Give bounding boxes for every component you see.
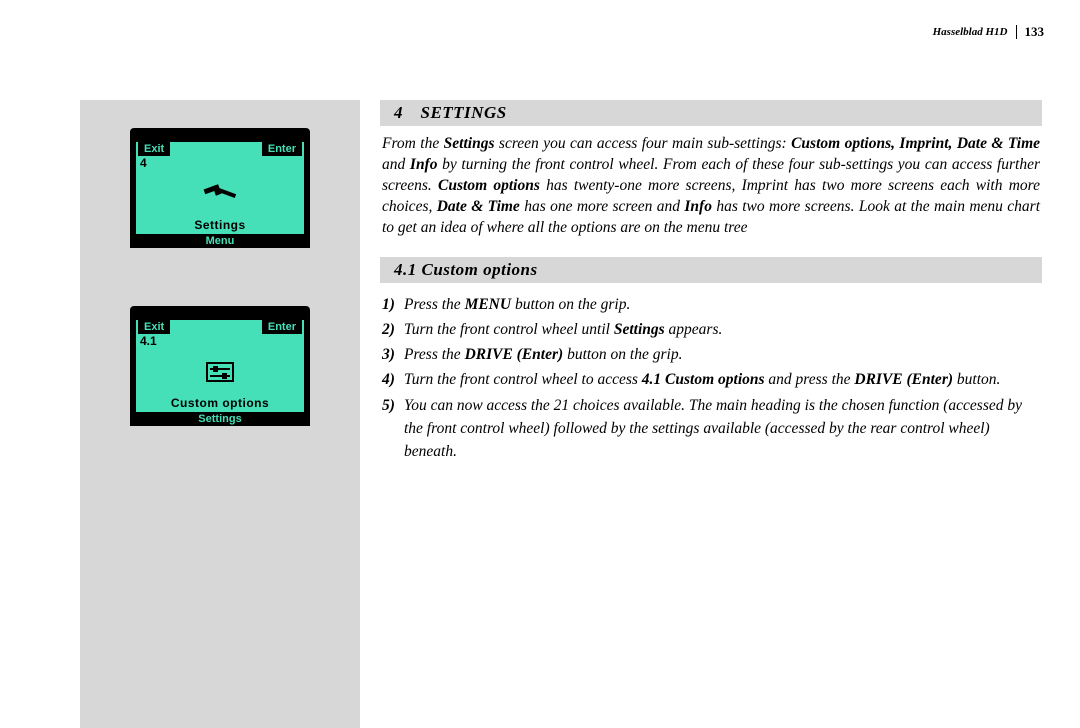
- section-heading-settings: 4 SETTINGS: [380, 100, 1042, 126]
- lcd-screen-label: Custom options: [136, 396, 304, 412]
- page-number: 133: [1025, 24, 1045, 40]
- settings-paragraph: From the Settings screen you can access …: [382, 134, 1040, 239]
- list-number: 2): [382, 318, 404, 341]
- instruction-list: 1) Press the MENU button on the grip. 2)…: [382, 293, 1040, 464]
- list-number: 4): [382, 368, 404, 391]
- list-item: 3) Press the DRIVE (Enter) button on the…: [382, 343, 1040, 366]
- list-number: 3): [382, 343, 404, 366]
- lcd-screen-label: Settings: [136, 218, 304, 234]
- list-item: 1) Press the MENU button on the grip.: [382, 293, 1040, 316]
- left-column: Exit Enter 4 Settings Menu: [80, 100, 360, 728]
- lcd-menu-number: 4: [136, 156, 304, 170]
- list-number: 1): [382, 293, 404, 316]
- list-item: 2) Turn the front control wheel until Se…: [382, 318, 1040, 341]
- section-heading-custom-options: 4.1 Custom options: [380, 257, 1042, 283]
- list-item: 5) You can now access the 21 choices ava…: [382, 394, 1040, 464]
- lcd-footer-label: Menu: [130, 234, 310, 248]
- lcd-enter-button: Enter: [262, 142, 302, 156]
- sliders-icon: [136, 348, 304, 396]
- list-item: 4) Turn the front control wheel to acces…: [382, 368, 1040, 391]
- hammer-icon: [136, 170, 304, 218]
- lcd-screen-settings: Exit Enter 4 Settings Menu: [130, 128, 310, 248]
- right-column: 4 SETTINGS From the Settings screen you …: [380, 100, 1042, 465]
- lcd-screen-custom-options: Exit Enter 4.1 Custom options Settings: [130, 306, 310, 426]
- list-number: 5): [382, 394, 404, 464]
- lcd-exit-button: Exit: [138, 320, 170, 334]
- product-name: Hasselblad H1D: [933, 26, 1008, 38]
- page-header: Hasselblad H1D 133: [933, 24, 1044, 40]
- lcd-exit-button: Exit: [138, 142, 170, 156]
- header-divider: [1016, 25, 1017, 39]
- lcd-enter-button: Enter: [262, 320, 302, 334]
- lcd-menu-number: 4.1: [136, 334, 304, 348]
- lcd-footer-label: Settings: [130, 412, 310, 426]
